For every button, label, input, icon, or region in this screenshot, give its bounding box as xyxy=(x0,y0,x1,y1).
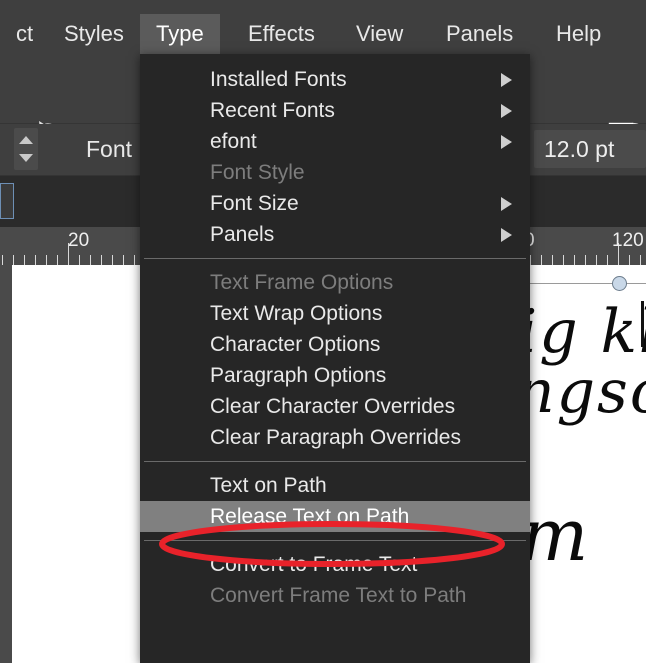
font-size-stepper[interactable] xyxy=(14,128,38,170)
ruler-tick xyxy=(596,255,597,265)
menu-item-clear-character-overrides[interactable]: Clear Character Overrides xyxy=(140,391,530,422)
ruler-label: 120 xyxy=(612,230,644,251)
menu-item-label: Recent Fonts xyxy=(210,99,335,122)
font-label: Font xyxy=(86,136,133,162)
submenu-arrow-icon xyxy=(501,103,512,118)
ruler-tick xyxy=(112,255,113,265)
menu-item-label: Clear Character Overrides xyxy=(210,395,456,418)
menubar-item-ct[interactable]: ct xyxy=(0,14,49,54)
ruler-tick xyxy=(629,255,630,265)
submenu-arrow-icon xyxy=(501,227,512,242)
menu-item-clear-paragraph-overrides[interactable]: Clear Paragraph Overrides xyxy=(140,422,530,453)
ruler-tick xyxy=(552,255,553,265)
ruler-tick xyxy=(13,255,14,265)
ruler-tick xyxy=(35,255,36,265)
menu-item-label: efont xyxy=(210,130,257,153)
stepper-down-icon[interactable] xyxy=(19,154,33,162)
canvas-left-gutter xyxy=(0,265,12,663)
type-dropdown-menu[interactable]: Installed Fonts Recent Fonts efont Font Sty… xyxy=(140,54,530,663)
submenu-arrow-icon xyxy=(501,72,512,87)
ruler-tick xyxy=(607,255,608,265)
ruler-tick xyxy=(563,255,564,265)
menu-item-label: Convert to Frame Text xyxy=(210,553,418,576)
ruler-tick xyxy=(530,255,531,265)
menu-item-label: Text Wrap Options xyxy=(210,302,383,325)
ruler-tick xyxy=(640,255,641,265)
menu-item-font-style: Font Style xyxy=(140,157,530,188)
menu-separator xyxy=(144,461,526,462)
menu-item-label: Installed Fonts xyxy=(210,68,347,91)
ruler-label: 20 xyxy=(68,230,90,251)
menu-item-label: Font Style xyxy=(210,161,305,184)
menu-item-label: Text on Path xyxy=(210,474,327,497)
ruler-tick xyxy=(134,255,135,265)
menu-item-label: Character Options xyxy=(210,333,381,356)
menu-item-label: Convert Frame Text to Path xyxy=(210,584,467,607)
menu-bar: ct Styles Type Effects View Panels Help xyxy=(0,0,646,54)
menu-item-release-text-on-path[interactable]: Release Text on Path xyxy=(140,501,530,532)
canvas-text-line-3: m xyxy=(520,493,591,577)
ruler-tick xyxy=(57,255,58,265)
menu-item-label: Font Size xyxy=(210,192,299,215)
ruler-tick xyxy=(123,255,124,265)
menu-item-label: Clear Paragraph Overrides xyxy=(210,426,461,449)
menu-item-convert-to-frame-text[interactable]: Convert to Frame Text xyxy=(140,549,530,580)
menu-item-label: Paragraph Options xyxy=(210,364,387,387)
stepper-up-icon[interactable] xyxy=(19,136,33,144)
menubar-item-help[interactable]: Help xyxy=(540,14,617,54)
ruler-tick xyxy=(24,255,25,265)
menu-item-character-options[interactable]: Character Options xyxy=(140,329,530,360)
path-node-handle[interactable] xyxy=(612,276,627,291)
menubar-item-styles[interactable]: Styles xyxy=(48,14,140,54)
menu-item-list: Installed Fonts Recent Fonts efont Font Sty… xyxy=(140,64,530,611)
menu-item-text-wrap-options[interactable]: Text Wrap Options xyxy=(140,298,530,329)
ruler-tick xyxy=(101,255,102,265)
submenu-arrow-icon xyxy=(501,196,512,211)
menu-item-installed-fonts[interactable]: Installed Fonts xyxy=(140,64,530,95)
menu-top-padding xyxy=(140,54,530,64)
menu-item-text-on-path[interactable]: Text on Path xyxy=(140,470,530,501)
ruler-tick xyxy=(541,255,542,265)
submenu-arrow-icon xyxy=(501,134,512,149)
menu-item-text-frame-options: Text Frame Options xyxy=(140,267,530,298)
ruler-tick xyxy=(46,255,47,265)
menu-separator xyxy=(144,540,526,541)
menu-separator xyxy=(144,258,526,259)
font-size-value: 12.0 pt xyxy=(544,136,615,162)
menubar-item-panels[interactable]: Panels xyxy=(430,14,529,54)
ruler-tick xyxy=(585,255,586,265)
menu-item-efont[interactable]: efont xyxy=(140,126,530,157)
ruler-tick xyxy=(574,255,575,265)
menu-item-label: Release Text on Path xyxy=(210,505,410,528)
application-window: ctStylesType EffectsView Panels Help xyxy=(0,0,646,663)
canvas-text-line-2: ngsc xyxy=(516,357,646,427)
menubar-item-type[interactable]: Type xyxy=(140,14,220,54)
menu-item-label: Panels xyxy=(210,223,275,246)
menu-item-recent-fonts[interactable]: Recent Fonts xyxy=(140,95,530,126)
menu-item-label: Text Frame Options xyxy=(210,271,394,294)
menubar-item-view[interactable]: View xyxy=(340,14,419,54)
menubar-item-effects[interactable]: Effects xyxy=(232,14,331,54)
text-path-line xyxy=(520,283,646,284)
ruler-tick xyxy=(2,255,3,265)
text-caret xyxy=(641,301,644,347)
menu-item-panels[interactable]: Panels xyxy=(140,219,530,250)
menu-item-convert-frame-text-to-path: Convert Frame Text to Path xyxy=(140,580,530,611)
ruler-tick xyxy=(90,255,91,265)
secondary-input-field[interactable] xyxy=(0,183,14,219)
menu-item-paragraph-options[interactable]: Paragraph Options xyxy=(140,360,530,391)
menu-item-font-size[interactable]: Font Size xyxy=(140,188,530,219)
ruler-tick xyxy=(79,255,80,265)
